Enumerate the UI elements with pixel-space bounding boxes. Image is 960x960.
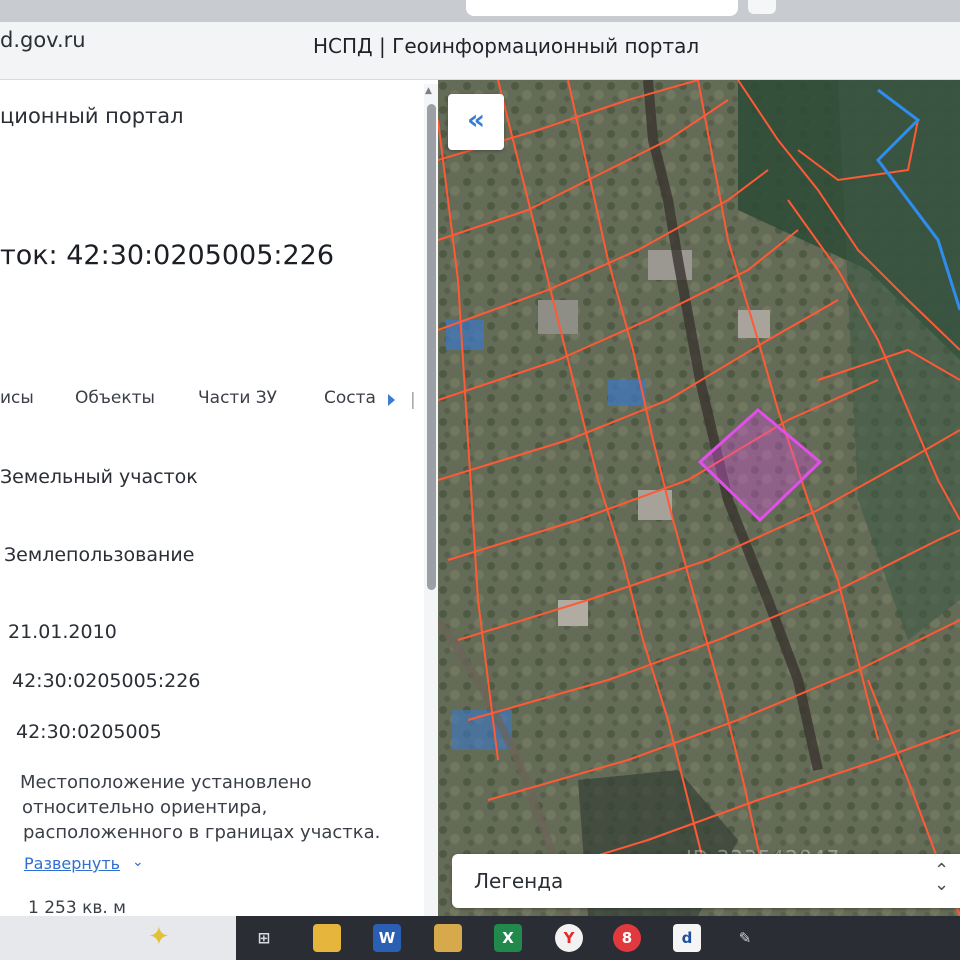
tab-registry[interactable]: исы — [0, 388, 34, 408]
legend-dropdown[interactable]: Легенда ⌃ ⌄ — [452, 854, 960, 908]
browser-tab-fragment[interactable] — [466, 0, 738, 16]
yandex-browser-icon[interactable]: Y — [555, 924, 583, 952]
location-line: относительно ориентира, — [22, 797, 268, 818]
app-d-icon[interactable]: d — [673, 924, 701, 952]
portal-subtitle: ционный портал — [0, 104, 184, 128]
location-line: Местоположение установлено — [20, 772, 312, 793]
task-view-icon[interactable]: ⊞ — [250, 924, 278, 952]
object-type-value: Земельный участок — [0, 466, 198, 488]
cadastral-quarter-value: 42:30:0205005 — [16, 721, 162, 743]
folder-icon[interactable] — [434, 924, 462, 952]
info-tabs: исы Объекты Части ЗУ Соста | — [0, 388, 424, 416]
tabs-scroll-arrow-icon[interactable] — [388, 394, 395, 406]
location-description: Местоположение установлено относительно … — [20, 770, 420, 845]
excel-icon[interactable]: X — [494, 924, 522, 952]
legend-label: Легенда — [474, 869, 564, 893]
map-view[interactable] — [438, 80, 960, 916]
browser-top-strip — [0, 0, 960, 22]
tab-objects[interactable]: Объекты — [75, 388, 155, 408]
browser-tab-pill[interactable] — [748, 0, 776, 14]
browser-titlebar: d.gov.ru НСПД | Геоинформационный портал — [0, 22, 960, 80]
app-icon[interactable]: 8 — [613, 924, 641, 952]
taskbar: ✦ ⊞ W X Y 8 d ✎ — [0, 916, 960, 960]
double-chevron-left-icon: « — [466, 103, 486, 136]
tabs-divider: | — [410, 390, 416, 410]
tab-parts[interactable]: Части ЗУ — [198, 388, 277, 408]
file-explorer-icon[interactable] — [313, 924, 341, 952]
page-title: НСПД | Геоинформационный портал — [313, 34, 700, 58]
sparkle-icon[interactable]: ✦ — [148, 922, 170, 952]
scroll-up-icon[interactable]: ▲ — [425, 86, 432, 96]
word-icon[interactable]: W — [373, 924, 401, 952]
chevron-updown-icon[interactable]: ⌃ ⌄ — [934, 862, 949, 894]
app-pen-icon[interactable]: ✎ — [731, 924, 759, 952]
registration-date-value: 21.01.2010 — [8, 621, 117, 643]
chevron-down-icon[interactable]: ⌄ — [132, 854, 144, 870]
map-canvas[interactable] — [438, 80, 960, 916]
url-text[interactable]: d.gov.ru — [0, 28, 86, 52]
panel-scroll-thumb[interactable] — [427, 104, 436, 590]
taskbar-left-area: ✦ — [0, 916, 236, 960]
tab-composition[interactable]: Соста — [324, 388, 376, 408]
collapse-panel-button[interactable]: « — [448, 94, 504, 150]
expand-link[interactable]: Развернуть — [24, 854, 120, 873]
cadastral-number-value: 42:30:0205005:226 — [12, 670, 201, 692]
land-use-value: Землепользование — [4, 544, 195, 566]
area-value: 1 253 кв. м — [28, 898, 126, 916]
info-panel: ционный портал ток: 42:30:0205005:226 ис… — [0, 80, 438, 916]
parcel-title: ток: 42:30:0205005:226 — [0, 240, 335, 271]
location-line: расположенного в границах участка. — [23, 822, 381, 843]
